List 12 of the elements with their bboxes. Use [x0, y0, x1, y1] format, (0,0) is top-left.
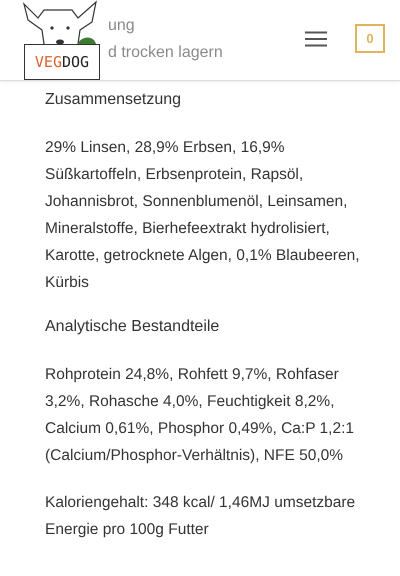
- section-heading: Zusammensetzung: [45, 90, 182, 110]
- logo-text: VEG: [34, 53, 62, 71]
- paragraph: 29% Linsen, 28,9% Erbsen, 16,9% Süßkartoffeln, Erbsenprotein, Rapsöl, Johannisbrot, Sonnenblumenöl, Leinsamen, Mineralstoffe, Bierhefeextrakt hydrolisiert, Karotte, getrocknete Algen, 0,1% Blaubeeren, Kürbis: [45, 138, 361, 293]
- menu-button[interactable]: [305, 31, 327, 47]
- section-heading: Analytische Bestandteile: [45, 317, 220, 337]
- paragraph: Kaloriengehalt: 348 kcal/ 1,46MJ umsetzbare Energie pro 100g Futter: [45, 493, 356, 540]
- logo-text: DOG: [62, 53, 90, 71]
- menu-icon: [305, 31, 327, 47]
- logo[interactable]: VEGDOG: [16, 0, 106, 80]
- text-line: d trocken lagern: [108, 43, 223, 63]
- text-line: ung: [108, 16, 135, 36]
- paragraph: Rohprotein 24,8%, Rohfett 9,7%, Rohfaser 3,2%, Rohasche 4,0%, Feuchtigkeit 8,2%, Calcium 0,61%, Phosphor 0,49%, Ca:P 1,2:1 (Calcium/Phosphor-Verhältnis), NFE 50,0%: [45, 365, 356, 466]
